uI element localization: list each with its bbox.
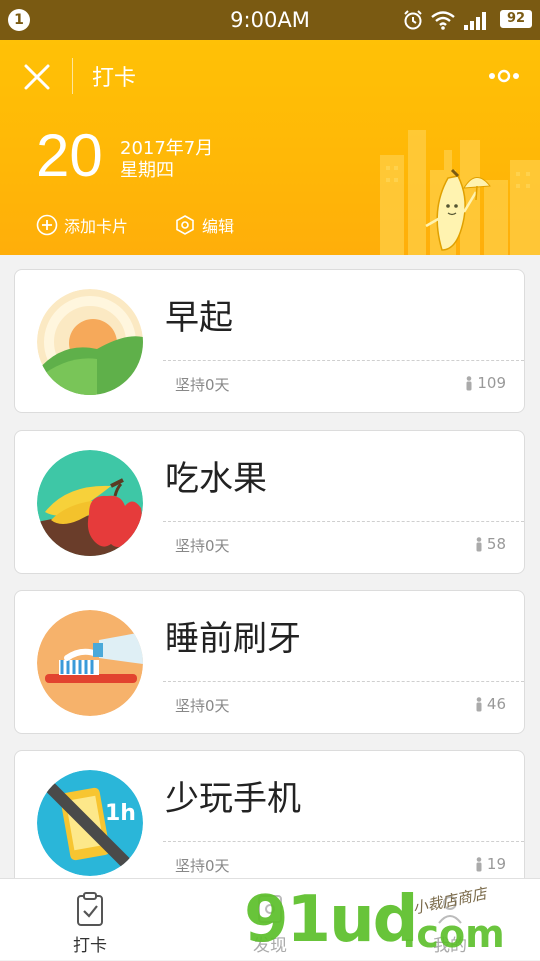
header: 打卡 20 2017年7月 星期四 添加卡片 编辑 <box>0 40 540 255</box>
header-divider <box>72 58 73 94</box>
divider <box>163 681 524 682</box>
fruit-illustration <box>37 450 143 556</box>
habit-name: 早起 <box>165 298 233 338</box>
svg-text:1h: 1h <box>105 801 136 826</box>
participant-count: 58 <box>475 535 506 553</box>
page-title: 打卡 <box>92 66 137 91</box>
close-icon[interactable] <box>20 60 54 94</box>
clipboard-check-icon <box>77 892 103 926</box>
add-card-label: 添加卡片 <box>64 217 129 236</box>
edit-label: 编辑 <box>202 217 235 236</box>
wifi-icon <box>431 11 455 30</box>
habit-card-brush-teeth[interactable]: 睡前刷牙 坚持0天 46 <box>14 590 525 734</box>
battery-level: 92 <box>500 10 532 28</box>
habit-name: 少玩手机 <box>165 779 301 819</box>
watermark-logo: 91ud <box>244 883 418 957</box>
edit-button[interactable]: 编辑 <box>174 212 234 238</box>
divider <box>163 360 524 361</box>
date-day: 20 <box>36 122 103 189</box>
habit-card-eat-fruit[interactable]: 吃水果 坚持0天 58 <box>14 430 525 574</box>
streak-days: 坚持0天 <box>175 537 230 555</box>
hexagon-settings-icon <box>176 215 194 235</box>
add-card-button[interactable]: 添加卡片 <box>36 212 128 238</box>
watermark-domain: .com <box>402 912 505 956</box>
plus-circle-icon <box>36 214 58 236</box>
alarm-icon <box>404 10 422 30</box>
person-icon <box>476 696 482 711</box>
date-weekday: 星期四 <box>120 160 174 181</box>
participant-count-value: 19 <box>486 855 506 873</box>
participant-count: 19 <box>475 855 506 873</box>
participant-count-value: 109 <box>477 374 506 392</box>
divider <box>163 521 524 522</box>
status-time: 9:00AM <box>230 8 310 32</box>
toothbrush-illustration <box>37 610 143 716</box>
participant-count-value: 46 <box>486 695 506 713</box>
habit-name: 吃水果 <box>165 459 267 499</box>
habit-card-early-rise[interactable]: 早起 坚持0天 109 <box>14 269 525 413</box>
more-icon[interactable] <box>484 64 524 88</box>
person-icon <box>466 375 472 390</box>
participant-count: 109 <box>465 374 506 392</box>
city-banana-illustration <box>380 130 540 255</box>
no-phone-illustration: 1h <box>37 770 143 876</box>
tab-checkin-label: 打卡 <box>73 936 107 956</box>
habit-name: 睡前刷牙 <box>165 619 301 659</box>
person-icon <box>476 536 482 551</box>
sunrise-illustration <box>37 289 143 395</box>
status-bar: 1 9:00AM 92 <box>0 0 540 40</box>
habit-card-less-phone[interactable]: 1h 少玩手机 坚持0天 19 <box>14 750 525 894</box>
streak-days: 坚持0天 <box>175 857 230 875</box>
participant-count: 46 <box>475 695 506 713</box>
tab-checkin[interactable]: 打卡 <box>0 879 180 961</box>
person-icon <box>476 856 482 871</box>
streak-days: 坚持0天 <box>175 697 230 715</box>
streak-days: 坚持0天 <box>175 376 230 394</box>
divider <box>163 841 524 842</box>
participant-count-value: 58 <box>486 535 506 553</box>
signal-icon <box>464 12 486 30</box>
